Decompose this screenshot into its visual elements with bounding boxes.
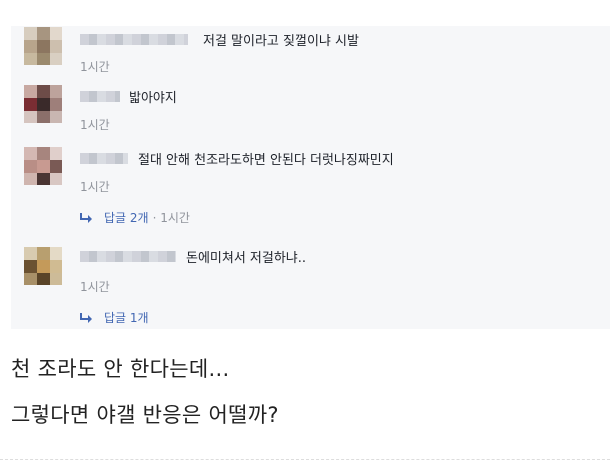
reply-arrow-icon <box>80 312 92 323</box>
author-name[interactable] <box>80 251 176 262</box>
comment-item: 저걸 말이라고 짖껄이냐 시발 1시간 <box>11 26 610 76</box>
reply-count[interactable]: 답글 2개 <box>104 209 149 226</box>
caption-line-2: 그렇다면 야갤 반응은 어떨까? <box>11 403 279 427</box>
comment-text: 돈에미쳐서 저걸하냐.. <box>186 251 307 266</box>
comment-text: 절대 안해 천조라도하면 안된다 더럿나징짜민지 <box>138 153 394 168</box>
comment-item: 절대 안해 천조라도하면 안된다 더럿나징짜민지 1시간 답글 2개 · 1시간 <box>11 145 610 235</box>
comment-text: 밟아야지 <box>129 91 177 106</box>
avatar[interactable] <box>24 27 62 65</box>
author-name[interactable] <box>80 34 188 45</box>
author-name[interactable] <box>80 91 120 102</box>
reply-arrow-icon <box>80 212 92 223</box>
comment-timestamp[interactable]: 1시간 <box>80 278 110 295</box>
caption-line-1: 천 조라도 안 한다는데... <box>11 357 230 381</box>
view-replies-link[interactable]: 답글 1개 <box>80 309 149 326</box>
avatar[interactable] <box>24 85 62 123</box>
avatar[interactable] <box>24 247 62 285</box>
comment-item: 밟아야지 1시간 <box>11 83 610 133</box>
reply-timestamp: · 1시간 <box>152 211 190 225</box>
view-replies-link[interactable]: 답글 2개 · 1시간 <box>80 209 190 226</box>
reply-count[interactable]: 답글 1개 <box>104 309 149 326</box>
comment-text: 저걸 말이라고 짖껄이냐 시발 <box>203 34 359 49</box>
comment-timestamp[interactable]: 1시간 <box>80 178 110 195</box>
author-name[interactable] <box>80 153 128 164</box>
avatar[interactable] <box>24 147 62 185</box>
comment-item: 돈에미쳐서 저걸하냐.. 1시간 답글 1개 <box>11 243 610 329</box>
comment-timestamp[interactable]: 1시간 <box>80 116 110 133</box>
comment-timestamp[interactable]: 1시간 <box>80 58 110 75</box>
divider <box>0 459 610 460</box>
comment-thread: 저걸 말이라고 짖껄이냐 시발 1시간 밟아야지 1시간 절대 안해 천조라도하… <box>11 26 610 329</box>
